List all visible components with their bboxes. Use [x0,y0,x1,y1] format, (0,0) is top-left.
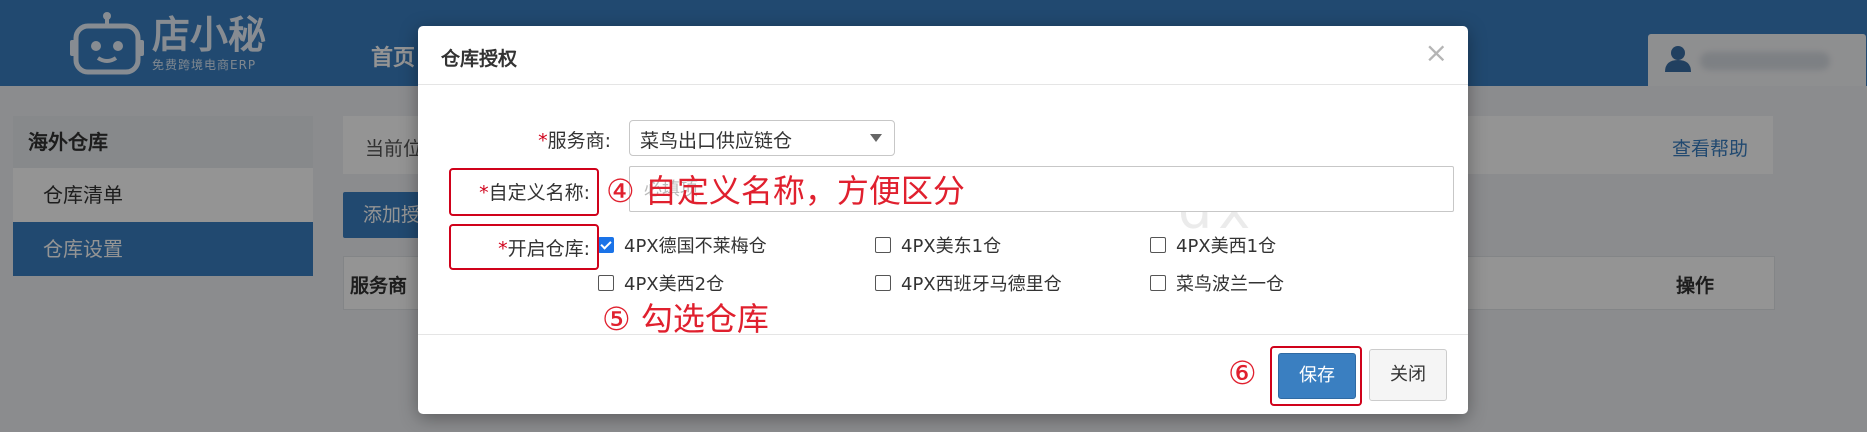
annotation-step-5: ⑤ 勾选仓库 [602,300,769,338]
warehouse-authorization-dialog: 仓库授权 × dx *服务商: 菜鸟出口供应链仓 *自定义名称: *开启仓库: … [418,26,1468,414]
checkbox-icon[interactable] [598,275,614,291]
provider-select[interactable]: 菜鸟出口供应链仓 [629,120,895,156]
close-button[interactable]: 关闭 [1369,349,1447,401]
checkbox-icon[interactable] [1150,237,1166,253]
checkbox-icon[interactable] [875,275,891,291]
warehouse-checkbox-4px-germany-bremen[interactable]: 4PX德国不莱梅仓 [598,232,767,258]
modal-title: 仓库授权 [441,48,518,70]
warehouse-checkbox-4px-spain-madrid[interactable]: 4PX西班牙马德里仓 [875,270,1062,296]
warehouse-checkbox-4px-us-east-1[interactable]: 4PX美东1仓 [875,232,1001,258]
annotation-step-6: ⑥ [1228,354,1257,392]
annotation-step-4: ④ 自定义名称，方便区分 [606,172,965,210]
annotation-box-custom-name [449,168,599,216]
modal-footer-divider [418,334,1468,335]
checkbox-icon[interactable] [875,237,891,253]
annotation-box-save [1270,346,1362,406]
warehouse-checkbox-4px-us-west-1[interactable]: 4PX美西1仓 [1150,232,1276,258]
checkbox-checked-icon[interactable] [598,237,614,253]
close-icon[interactable]: × [1425,36,1448,69]
checkbox-icon[interactable] [1150,275,1166,291]
modal-header: 仓库授权 × [418,26,1468,85]
chevron-down-icon [870,134,882,142]
annotation-box-enable-warehouse [449,224,599,270]
provider-label: *服务商: [538,130,611,152]
warehouse-checkbox-4px-us-west-2[interactable]: 4PX美西2仓 [598,270,724,296]
provider-select-value: 菜鸟出口供应链仓 [640,130,793,152]
warehouse-checkbox-cainiao-poland-1[interactable]: 菜鸟波兰一仓 [1150,270,1284,296]
